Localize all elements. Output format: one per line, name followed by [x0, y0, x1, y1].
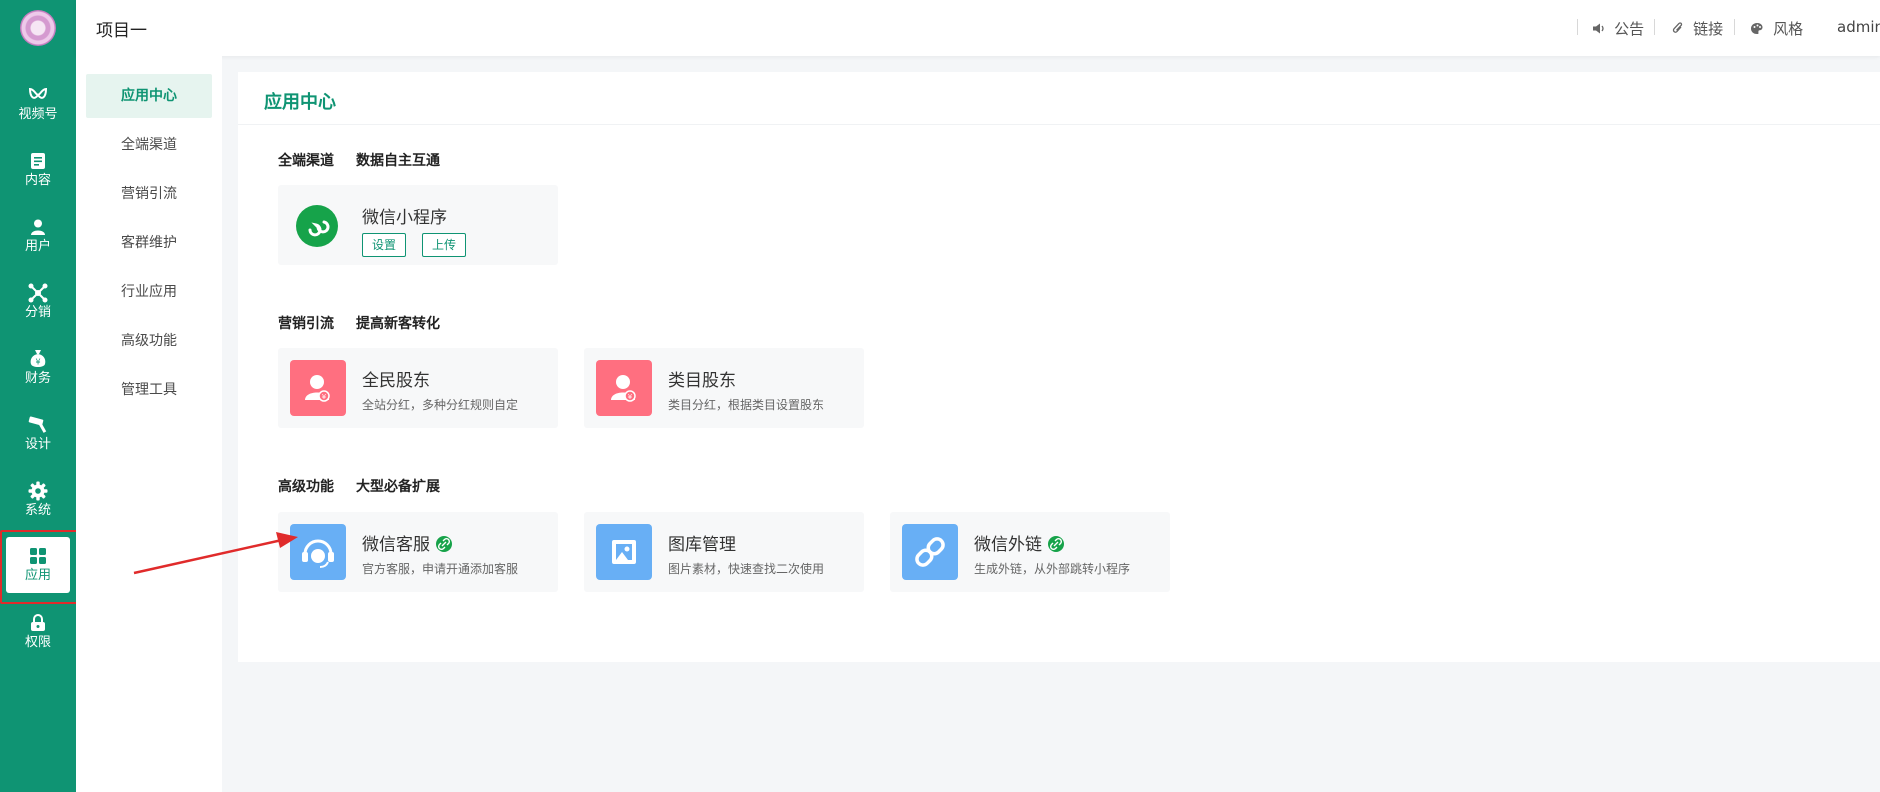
headset-icon [290, 524, 346, 580]
document-icon [6, 150, 70, 172]
app-card-desc: 官方客服，申请开通添加客服 [362, 562, 519, 576]
page-title: 应用中心 [264, 92, 336, 113]
header-divider [1734, 19, 1735, 35]
submenu-item-customer-care[interactable]: 客群维护 [86, 221, 212, 265]
shareholder-icon: ¥ [596, 360, 652, 416]
app-card-name: 微信客服 [362, 530, 452, 555]
speaker-icon [1592, 23, 1609, 38]
header-link-label: 风格 [1773, 20, 1804, 38]
nav-item-design[interactable]: 设计 [6, 406, 70, 462]
app-center-panel: 应用中心 全端渠道 数据自主互通 微信小程序 设置 上传 营销引流 提高新客转化 ¥… [238, 72, 1880, 662]
nav-item-label: 视频号 [18, 107, 58, 122]
app-card-desc: 全站分红，多种分红规则自定 [362, 398, 519, 412]
nav-item-apps[interactable]: 应用 [6, 537, 70, 593]
app-card-gallery[interactable]: 图库管理 图片素材，快速查找二次使用 [584, 512, 864, 592]
mini-program-icon [296, 205, 338, 247]
app-card-name: 微信小程序 [362, 208, 447, 228]
nav-item-user[interactable]: 用户 [6, 208, 70, 264]
header-link-announcement[interactable]: 公告 [1592, 18, 1644, 39]
user-icon [6, 216, 70, 238]
app-card-category-shareholders[interactable]: ¥ 类目股东 类目分红，根据类目设置股东 [584, 348, 864, 428]
app-card-mini-program[interactable]: 微信小程序 设置 上传 [278, 185, 558, 265]
nav-item-label: 系统 [24, 503, 51, 518]
nav-item-distribution[interactable]: 分销 [6, 274, 70, 330]
nav-item-label: 设计 [24, 437, 51, 452]
link-icon [1048, 536, 1064, 552]
lock-icon [6, 612, 70, 634]
app-card-desc: 图片素材，快速查找二次使用 [668, 562, 825, 576]
app-card-wechat-external-link[interactable]: 微信外链 生成外链，从外部跳转小程序 [890, 512, 1170, 592]
submenu-item-advanced[interactable]: 高级功能 [86, 319, 212, 363]
nav-item-label: 权限 [24, 635, 51, 650]
app-card-all-shareholders[interactable]: ¥ 全民股东 全站分红，多种分红规则自定 [278, 348, 558, 428]
app-card-desc: 生成外链，从外部跳转小程序 [974, 562, 1131, 576]
header-divider [1577, 19, 1578, 35]
network-icon [6, 282, 70, 304]
nav-item-label: 用户 [24, 239, 51, 254]
upload-button[interactable]: 上传 [422, 233, 467, 257]
gear-icon [6, 480, 70, 502]
submenu-item-industry[interactable]: 行业应用 [86, 270, 212, 314]
submenu-item-management-tools[interactable]: 管理工具 [86, 368, 212, 412]
grid-icon [6, 545, 70, 567]
nav-item-permission[interactable]: 权限 [6, 604, 70, 660]
section-title: 高级功能 大型必备扩展 [278, 479, 440, 495]
header-link-label: 公告 [1614, 20, 1645, 38]
top-header: 项目一 公告 链接 风格 admin [76, 0, 1880, 56]
header-link-label: 链接 [1693, 20, 1724, 38]
settings-button[interactable]: 设置 [362, 233, 407, 257]
nav-item-label: 应用 [24, 568, 51, 583]
section-title: 营销引流 提高新客转化 [278, 316, 440, 332]
header-link-links[interactable]: 链接 [1672, 18, 1723, 39]
palette-icon [1750, 23, 1768, 38]
svg-text:¥: ¥ [628, 393, 633, 401]
header-divider [1654, 19, 1655, 35]
project-title[interactable]: 项目一 [96, 16, 147, 41]
nav-item-finance[interactable]: ¥ 财务 [6, 340, 70, 396]
money-bag-icon: ¥ [6, 348, 70, 370]
submenu-item-all-channels[interactable]: 全端渠道 [86, 123, 212, 167]
paperclip-icon [1672, 22, 1688, 38]
header-link-style[interactable]: 风格 [1750, 18, 1803, 39]
title-divider [238, 124, 1880, 125]
app-card-name: 全民股东 [362, 371, 430, 391]
nav-item-label: 分销 [24, 305, 51, 320]
secondary-menu: 应用中心 全端渠道 营销引流 客群维护 行业应用 高级功能 管理工具 [76, 56, 222, 792]
app-card-name: 微信外链 [974, 530, 1064, 555]
section-title: 全端渠道 数据自主互通 [278, 153, 440, 169]
nav-item-label: 财务 [24, 371, 51, 386]
submenu-item-marketing[interactable]: 营销引流 [86, 172, 212, 216]
shareholder-icon: ¥ [290, 360, 346, 416]
app-card-name: 类目股东 [668, 371, 736, 391]
submenu-item-app-center[interactable]: 应用中心 [86, 74, 212, 118]
svg-text:¥: ¥ [322, 393, 327, 401]
app-logo[interactable] [20, 10, 56, 46]
app-card-desc: 类目分红，根据类目设置股东 [668, 398, 825, 412]
app-card-name: 图库管理 [668, 535, 736, 555]
svg-text:¥: ¥ [35, 358, 40, 367]
link-icon [436, 536, 452, 552]
nav-item-content[interactable]: 内容 [6, 142, 70, 198]
user-menu[interactable]: admin [1837, 18, 1880, 36]
app-card-wechat-service[interactable]: 微信客服 官方客服，申请开通添加客服 [278, 512, 558, 592]
nav-item-system[interactable]: 系统 [6, 472, 70, 528]
chain-icon [902, 524, 958, 580]
nav-item-label: 内容 [24, 173, 51, 188]
video-channel-icon [6, 84, 70, 106]
nav-item-video-channel[interactable]: 视频号 [6, 76, 70, 132]
primary-nav: 视频号 内容 用户 分销 ¥ 财务 设计 系统 应用 权限 [0, 0, 76, 792]
gallery-icon [596, 524, 652, 580]
brush-icon [6, 414, 70, 436]
